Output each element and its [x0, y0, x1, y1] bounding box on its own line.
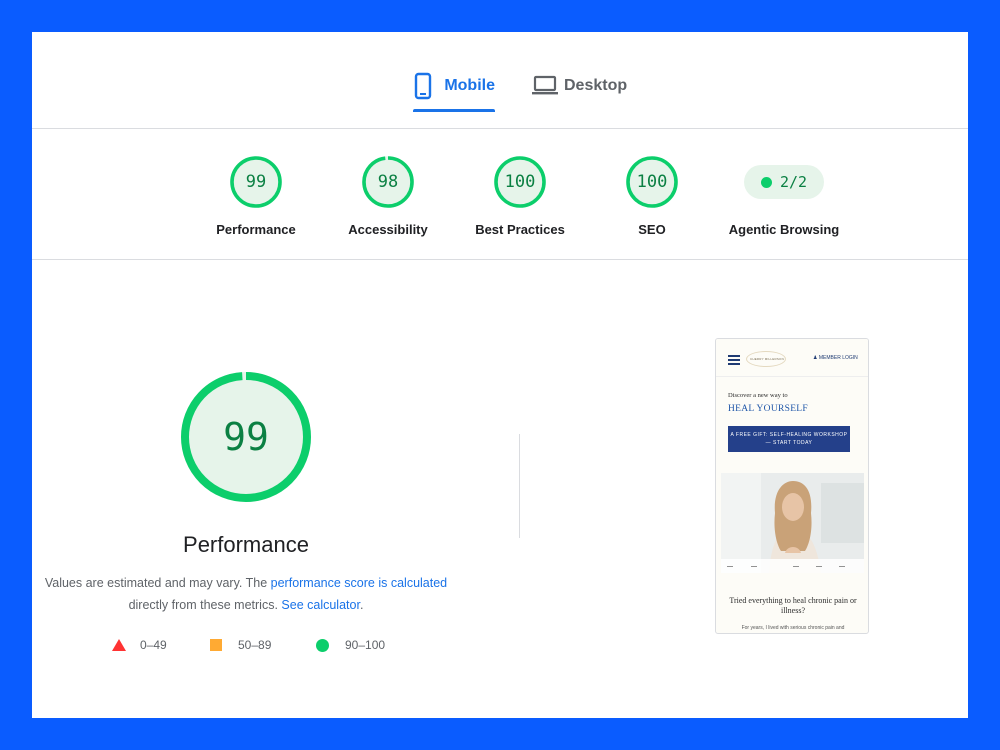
fail-triangle-icon: [112, 639, 126, 651]
gauge-label: Best Practices: [475, 222, 565, 237]
score-value: 100: [504, 172, 536, 192]
tab-desktop-label: Desktop: [564, 77, 628, 94]
gauge-label: Performance: [216, 222, 296, 237]
score-ring: 100: [492, 154, 548, 210]
pass-circle-icon: [316, 638, 329, 652]
score-value: 2/2: [779, 173, 808, 191]
performance-gauge: 99: [179, 370, 313, 504]
gauge-accessibility[interactable]: 98 Accessibility: [328, 154, 448, 237]
score-ring: 100: [624, 154, 680, 210]
score-legend: 0–49 50–89 90–100: [112, 638, 412, 658]
score-ring: 99: [228, 154, 284, 210]
legend-range: 50–89: [238, 638, 272, 652]
performance-description: Values are estimated and may vary. The p…: [32, 572, 460, 616]
performance-score: 99: [223, 415, 269, 459]
score-pill: 2/2: [744, 165, 824, 199]
phone-icon: [413, 72, 434, 100]
desc-text: Values are estimated and may vary. The: [44, 576, 271, 590]
desc-text: .: [359, 598, 364, 612]
performance-title: Performance: [183, 532, 309, 557]
page-screenshot-thumbnail[interactable]: CHERRY MILLERSON ♟ MEMBER LOGIN Discover…: [715, 338, 869, 634]
legend-pass: 90–100: [316, 638, 385, 652]
gauge-agentic-browsing[interactable]: 2/2 Agentic Browsing: [722, 154, 846, 237]
tab-desktop[interactable]: Desktop: [532, 72, 632, 112]
tab-mobile-label: Mobile: [444, 77, 495, 94]
report-card: Mobile Desktop 99 Performance 98 Accessi…: [32, 32, 968, 718]
gauge-performance[interactable]: 99 Performance: [196, 154, 316, 237]
section-divider: [519, 434, 520, 538]
see-calculator-link[interactable]: See calculator: [281, 598, 360, 612]
active-tab-indicator: [413, 109, 495, 112]
gauge-seo[interactable]: 100 SEO: [592, 154, 712, 237]
score-calculated-link[interactable]: performance score is calculated: [271, 576, 447, 590]
thumb-subheading: Tried everything to heal chronic pain or…: [729, 596, 857, 615]
legend-fail: 0–49: [112, 638, 167, 652]
thumb-logo-strip: ▬▬ ▬▬ ▬▬ ▬▬ ▬▬: [721, 559, 864, 573]
logo-text: CHERRY MILLERSON: [750, 357, 784, 361]
score-value: 99: [245, 172, 267, 192]
score-value: 98: [377, 172, 399, 192]
legend-range: 0–49: [140, 638, 167, 652]
score-ring: 98: [360, 154, 416, 210]
thumb-body-text: For years, I lived with serious chronic …: [741, 625, 845, 631]
gauge-best-practices[interactable]: 100 Best Practices: [460, 154, 580, 237]
average-square-icon: [210, 639, 222, 651]
gauge-label: Agentic Browsing: [728, 222, 840, 237]
legend-average: 50–89: [210, 638, 271, 652]
thumb-header: CHERRY MILLERSON ♟ MEMBER LOGIN: [716, 339, 868, 377]
desc-text: directly from these metrics.: [128, 598, 282, 612]
pass-dot-icon: [760, 176, 772, 188]
laptop-icon: [532, 72, 558, 100]
menu-icon: [728, 355, 740, 365]
score-value: 100: [636, 172, 668, 192]
gauge-label: Accessibility: [348, 222, 428, 237]
thumb-cta-button: A FREE GIFT: SELF-HEALING WORKSHOP — STA…: [728, 426, 850, 452]
thumb-heading: HEAL YOURSELF: [728, 404, 808, 414]
member-login-text: ♟ MEMBER LOGIN: [813, 355, 858, 361]
tab-mobile[interactable]: Mobile: [413, 72, 495, 112]
device-tabs: Mobile Desktop: [32, 32, 968, 129]
category-scores: 99 Performance 98 Accessibility 100 Best…: [32, 130, 968, 260]
gauge-label: SEO: [638, 222, 666, 237]
thumb-discover: Discover a new way to: [728, 392, 788, 399]
legend-range: 90–100: [345, 638, 386, 652]
thumb-hero-photo: [721, 473, 864, 573]
